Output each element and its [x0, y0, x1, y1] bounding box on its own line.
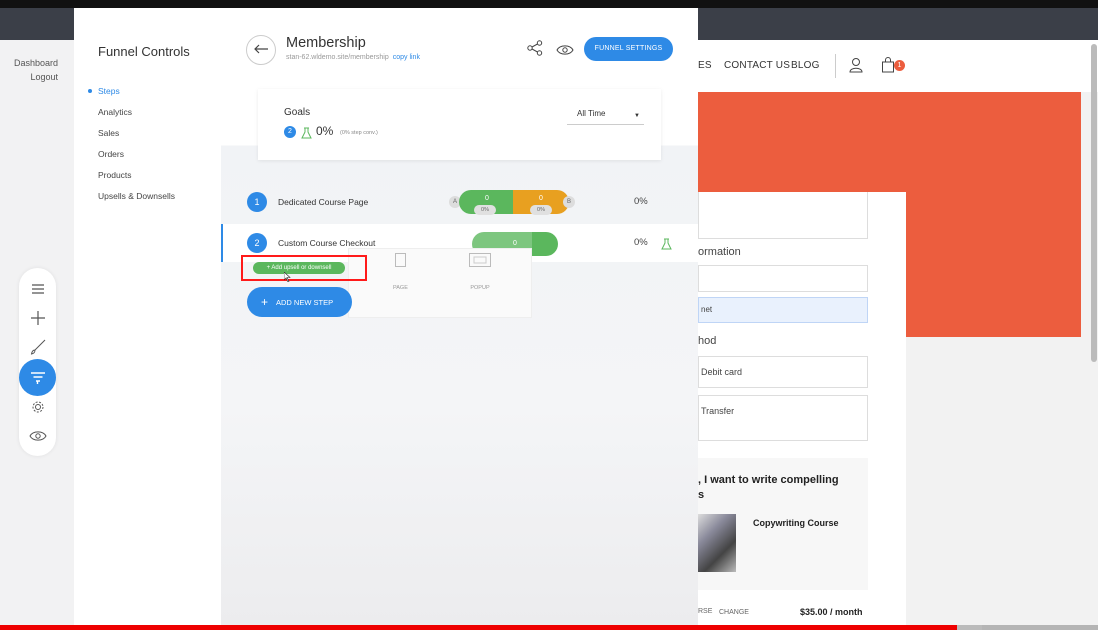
cart-count-badge: 1 — [894, 60, 905, 71]
arrow-left-icon — [254, 41, 268, 59]
logout-link[interactable]: Logout — [0, 70, 74, 84]
step-percent: 0% — [634, 196, 648, 207]
funnel-steps-panel: Membership stan-62.wldemo.site/membershi… — [221, 8, 698, 630]
goals-percent: 0% — [316, 124, 334, 138]
add-step-type-menu: PAGE POPUP — [348, 248, 532, 318]
mouse-cursor-icon — [283, 269, 291, 287]
window-top-edge — [0, 0, 1098, 8]
caret-down-icon: ▼ — [634, 113, 640, 119]
step-name[interactable]: Dedicated Course Page — [278, 197, 368, 207]
popup-option[interactable]: POPUP — [469, 253, 491, 291]
checkout-field[interactable] — [698, 192, 868, 239]
video-played — [0, 625, 957, 630]
site-preview: ES CONTACT US BLOG 1 ormation net hod De… — [698, 40, 1098, 630]
checkout-field[interactable] — [698, 265, 868, 292]
payment-option[interactable]: Debit card — [698, 356, 868, 388]
site-nav-item[interactable]: CONTACT US — [724, 60, 790, 71]
nav-item-steps[interactable]: Steps — [88, 86, 175, 107]
video-buffered — [957, 625, 982, 630]
price: $35.00 / month — [800, 607, 863, 617]
change-link[interactable]: CHANGE — [719, 609, 749, 616]
back-button[interactable] — [246, 35, 276, 65]
step-number: 2 — [247, 233, 267, 253]
share-icon[interactable] — [527, 40, 543, 61]
panel-title: Funnel Controls — [98, 44, 190, 59]
footer-left: RSE — [698, 608, 713, 615]
checkout-field[interactable]: net — [698, 297, 868, 323]
step-number: 1 — [247, 192, 267, 212]
video-progress-bar[interactable] — [0, 625, 1098, 630]
checkout-card: ormation net hod Debit card Transfer , I… — [698, 192, 906, 630]
step-row[interactable]: 1 Dedicated Course Page A 0 0 B 0% 0% 0% — [221, 183, 698, 221]
nav-item-orders[interactable]: Orders — [98, 149, 175, 170]
nav-item-analytics[interactable]: Analytics — [98, 107, 175, 128]
site-scrollbar[interactable] — [1091, 44, 1097, 362]
flask-icon — [301, 126, 312, 144]
menu-icon[interactable] — [19, 275, 56, 303]
section-label: hod — [698, 335, 717, 347]
add-upsell-button[interactable]: + Add upsell or downsell — [253, 262, 345, 274]
copy-link[interactable]: copy link — [393, 54, 420, 61]
goals-card: Goals 2 0% (0% step conv.) All Time ▼ — [258, 89, 661, 160]
add-step-label: ADD NEW STEP — [276, 298, 334, 307]
funnel-controls-panel: Funnel Controls Steps Analytics Sales Or… — [74, 8, 221, 630]
time-range-value: All Time — [577, 109, 606, 118]
offer-title: , I want to write compelling s — [698, 474, 839, 501]
step-percent: 0% — [634, 237, 648, 248]
variant-b-pct: 0% — [530, 205, 552, 215]
section-label: ormation — [698, 246, 741, 258]
split-test-bar[interactable]: A 0 0 B 0% 0% — [449, 190, 575, 217]
cart-icon[interactable] — [881, 57, 895, 78]
site-nav-item[interactable]: BLOG — [791, 60, 820, 71]
page-option-label: PAGE — [393, 285, 408, 291]
payment-option[interactable]: Transfer — [698, 395, 868, 441]
funnel-settings-button[interactable]: FUNNEL SETTINGS — [584, 37, 673, 61]
goals-count-badge: 2 — [284, 126, 296, 138]
step-name[interactable]: Custom Course Checkout — [278, 238, 375, 248]
nav-divider — [835, 54, 836, 78]
dashboard-link[interactable]: Dashboard — [0, 56, 74, 70]
split-test-flask-icon[interactable] — [661, 237, 672, 255]
funnel-nav: Steps Analytics Sales Orders Products Up… — [88, 86, 175, 212]
site-nav: ES CONTACT US BLOG 1 — [698, 40, 1098, 92]
eye-icon[interactable] — [19, 422, 56, 450]
popup-option-label: POPUP — [470, 285, 490, 291]
plus-icon: + — [261, 295, 269, 309]
nav-item-upsells[interactable]: Upsells & Downsells — [98, 191, 175, 212]
page-option[interactable]: PAGE — [393, 253, 408, 291]
plus-icon[interactable] — [19, 304, 56, 332]
add-new-step-button[interactable]: + ADD NEW STEP — [247, 287, 352, 317]
time-range-select[interactable]: All Time ▼ — [567, 108, 644, 125]
offer-box: , I want to write compelling s Copywriti… — [698, 458, 868, 590]
gear-icon[interactable] — [19, 393, 56, 421]
product-image — [698, 514, 736, 572]
funnel-url-text: stan-62.wldemo.site/membership — [286, 54, 389, 61]
user-icon[interactable] — [849, 57, 863, 78]
variant-a-pct: 0% — [474, 205, 496, 215]
tool-pill — [19, 268, 56, 456]
nav-item-products[interactable]: Products — [98, 170, 175, 191]
brush-icon[interactable] — [19, 333, 56, 361]
funnel-title: Membership — [286, 35, 366, 51]
site-nav-item[interactable]: ES — [698, 60, 712, 71]
product-name: Copywriting Course — [753, 518, 839, 528]
goals-step-conv: (0% step conv.) — [340, 130, 378, 136]
funnel-icon[interactable] — [19, 359, 56, 396]
preview-eye-icon[interactable] — [556, 43, 574, 61]
nav-item-sales[interactable]: Sales — [98, 128, 175, 149]
goals-label: Goals — [284, 107, 311, 118]
variant-b-label: B — [563, 196, 575, 208]
funnel-url: stan-62.wldemo.site/membership copy link — [286, 54, 420, 61]
